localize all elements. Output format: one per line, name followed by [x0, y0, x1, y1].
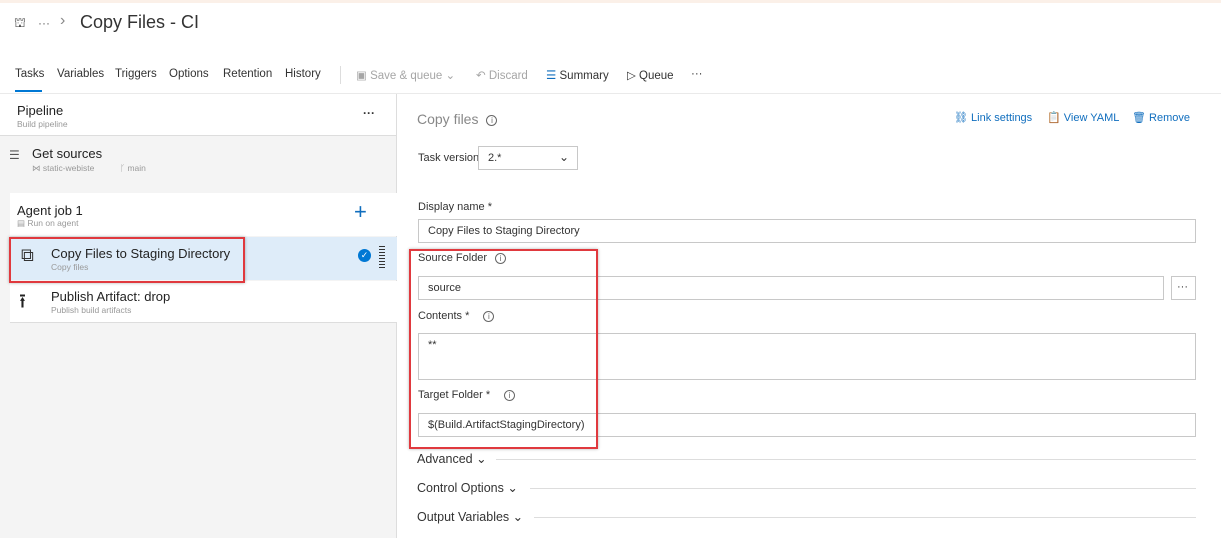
breadcrumb-more[interactable]: ···: [38, 16, 50, 30]
task-version-label: Task version: [418, 152, 480, 164]
task-detail-title: Copy files i: [417, 111, 498, 127]
tab-variables[interactable]: Variables: [57, 68, 104, 80]
page-title: Copy Files - CI: [80, 12, 200, 32]
section-divider: [496, 459, 1196, 460]
trash-icon: 🗑: [1132, 112, 1150, 124]
info-icon[interactable]: i: [486, 114, 498, 126]
section-divider: [534, 517, 1196, 518]
discard-button[interactable]: ↶ Discard: [476, 68, 528, 82]
tab-retention[interactable]: Retention: [223, 68, 272, 80]
play-icon: ▷: [627, 70, 640, 82]
summary-button[interactable]: ☰ Summary: [546, 68, 609, 82]
sources-icon: ☰: [9, 148, 20, 162]
active-tab-indicator: [15, 90, 42, 92]
undo-icon: ↶: [476, 70, 489, 82]
save-queue-button[interactable]: ▣ Save & queue ⌄: [356, 68, 455, 82]
pipeline-more-button[interactable]: ···: [363, 106, 375, 120]
tab-options[interactable]: Options: [169, 68, 209, 80]
section-advanced[interactable]: Advanced ⌄: [417, 451, 487, 466]
task-subtitle: Publish build artifacts: [51, 305, 132, 315]
pipeline-icon: ⛫: [14, 15, 26, 30]
get-sources-item[interactable]: ☰ Get sources ⋈ static-webiste ᚴ main: [0, 137, 396, 187]
task-item-publish-artifact[interactable]: ⭱ Publish Artifact: drop Publish build a…: [10, 281, 397, 323]
pipeline-title: Pipeline: [17, 103, 64, 118]
repo-label: ⋈ static-webiste: [32, 163, 95, 173]
tab-triggers[interactable]: Triggers: [115, 68, 157, 80]
drag-handle[interactable]: [379, 246, 385, 270]
highlight-box-fields: [409, 249, 598, 449]
display-name-input[interactable]: Copy Files to Staging Directory: [418, 219, 1196, 243]
task-version-select[interactable]: 2.* ⌄: [478, 146, 578, 170]
link-icon: ⛓: [954, 112, 972, 124]
server-icon: ▤: [17, 218, 28, 228]
top-strip: [0, 0, 1221, 3]
get-sources-title: Get sources: [32, 146, 103, 161]
section-output-variables[interactable]: Output Variables ⌄: [417, 509, 523, 524]
agent-job-item[interactable]: Agent job 1 ▤ Run on agent +: [10, 193, 397, 236]
pipeline-subtitle: Build pipeline: [17, 119, 68, 129]
upload-icon: ⭱: [19, 291, 26, 313]
branch-label: ᚴ main: [120, 163, 146, 173]
agent-job-subtitle: ▤ Run on agent: [17, 218, 79, 228]
browse-button[interactable]: ···: [1171, 276, 1196, 300]
queue-button[interactable]: ▷ Queue: [627, 68, 674, 82]
clipboard-icon: 📋: [1047, 112, 1064, 124]
section-control-options[interactable]: Control Options ⌄: [417, 480, 518, 495]
display-name-label: Display name *: [418, 201, 492, 213]
tab-history[interactable]: History: [285, 68, 321, 80]
link-settings-button[interactable]: ⛓ Link settings: [954, 111, 1032, 124]
save-icon: ▣: [356, 70, 371, 82]
remove-button[interactable]: 🗑 Remove: [1132, 111, 1190, 124]
task-list-panel: Pipeline Build pipeline ··· ☰ Get source…: [0, 94, 397, 538]
agent-job-title: Agent job 1: [17, 203, 83, 218]
checkmark-icon: ✓: [358, 249, 371, 262]
section-divider: [530, 488, 1196, 489]
task-title: Publish Artifact: drop: [51, 289, 171, 304]
toolbar-more-button[interactable]: ···: [691, 68, 703, 80]
chevron-down-icon: ⌄: [558, 150, 569, 164]
tab-tasks[interactable]: Tasks: [15, 68, 44, 80]
add-task-button[interactable]: +: [354, 199, 367, 225]
view-yaml-button[interactable]: 📋 View YAML: [1047, 111, 1119, 124]
chevron-right-icon: ›: [60, 12, 66, 29]
repo-icon: ⋈: [32, 163, 43, 173]
pipeline-item[interactable]: Pipeline Build pipeline ···: [0, 94, 396, 136]
list-icon: ☰: [546, 70, 560, 82]
highlight-box-task: [9, 237, 245, 283]
toolbar-divider: [340, 66, 341, 84]
